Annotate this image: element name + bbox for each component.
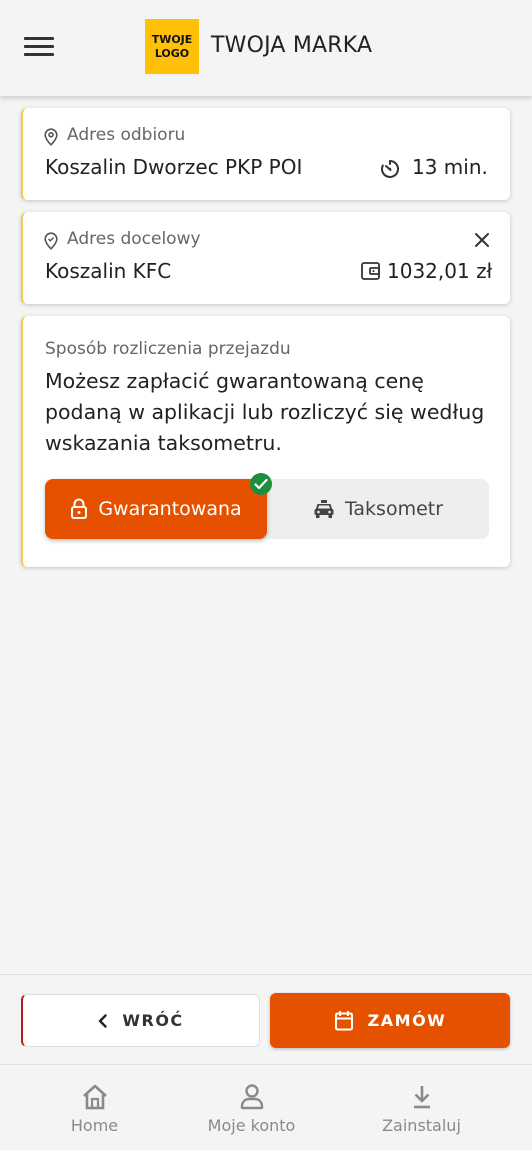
chevron-left-icon	[99, 1013, 108, 1028]
taxi-icon	[314, 500, 334, 518]
action-bar: WRÓĆ ZAMÓW	[0, 974, 532, 1064]
close-icon[interactable]	[474, 232, 490, 248]
home-icon	[82, 1084, 107, 1110]
destination-card[interactable]: Adres docelowy Koszalin KFC 1032,01 zł	[21, 212, 510, 304]
payment-description: Możesz zapłacić gwarantowaną cenę podaną…	[45, 369, 485, 455]
payment-method-card: Sposób rozliczenia przejazdu Możesz zapł…	[21, 316, 510, 567]
pickup-address: Koszalin Dworzec PKP POI	[45, 155, 303, 179]
back-button[interactable]: WRÓĆ	[21, 994, 260, 1047]
timer-icon	[381, 160, 399, 178]
location-pin-icon	[44, 232, 58, 250]
back-button-label: WRÓĆ	[122, 1011, 184, 1030]
nav-label-install: Zainstaluj	[382, 1116, 461, 1135]
order-button-label: ZAMÓW	[367, 1011, 447, 1030]
nav-item-account[interactable]: Moje konto	[163, 1065, 340, 1150]
payment-toggle: Gwarantowana Taksometr	[45, 473, 489, 539]
pickup-label: Adres odbioru	[67, 125, 186, 145]
destination-label: Adres docelowy	[67, 229, 201, 249]
lock-icon	[71, 498, 88, 519]
destination-price: 1032,01 zł	[387, 259, 493, 283]
nav-item-home[interactable]: Home	[6, 1065, 183, 1150]
option-guaranteed-label: Gwarantowana	[98, 498, 242, 520]
wallet-icon	[361, 262, 380, 280]
nav-label-account: Moje konto	[207, 1116, 296, 1135]
payment-label: Sposób rozliczenia przejazdu	[45, 339, 291, 359]
location-pin-icon	[44, 128, 58, 146]
option-guaranteed-button[interactable]: Gwarantowana	[45, 479, 267, 539]
bottom-navigation: Home Moje konto Zainstaluj	[0, 1064, 532, 1150]
option-taximeter-button[interactable]: Taksometr	[267, 479, 489, 539]
option-taximeter-label: Taksometr	[344, 498, 444, 520]
menu-icon[interactable]	[24, 36, 56, 60]
calendar-icon	[334, 1011, 353, 1031]
top-app-bar: TWOJE LOGO TWOJA MARKA	[0, 0, 532, 96]
user-icon	[240, 1084, 263, 1110]
logo-line-2: LOGO	[154, 46, 190, 60]
nav-label-home: Home	[70, 1116, 119, 1135]
nav-item-install[interactable]: Zainstaluj	[333, 1065, 510, 1150]
brand-name: TWOJA MARKA	[211, 33, 373, 58]
logo-line-1: TWOJE	[151, 32, 193, 46]
order-button[interactable]: ZAMÓW	[270, 993, 510, 1048]
download-icon	[413, 1086, 430, 1109]
pickup-card[interactable]: Adres odbioru Koszalin Dworzec PKP POI 1…	[21, 108, 510, 200]
brand-logo: TWOJE LOGO	[145, 19, 199, 74]
pickup-eta: 13 min.	[412, 155, 488, 179]
destination-address: Koszalin KFC	[45, 259, 172, 283]
